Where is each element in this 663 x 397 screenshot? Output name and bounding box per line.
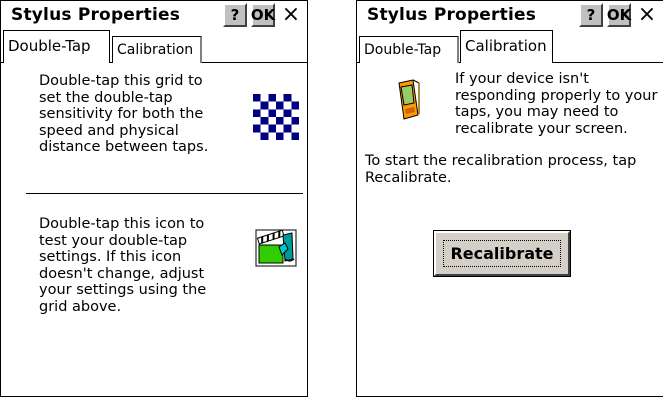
close-button[interactable]: × [279,3,303,27]
grid-instructions-text: Double-tap this grid to set the double-t… [39,73,209,155]
ok-button[interactable]: OK [607,3,631,27]
help-button[interactable]: ? [223,3,247,27]
section-divider [26,193,303,194]
tab-calibration[interactable]: Calibration [112,36,202,63]
tab-double-tap[interactable]: Double-Tap [359,36,459,63]
close-button[interactable]: × [635,3,659,27]
icon-test-instructions-text: Double-tap this icon to test your double… [39,216,207,315]
clapperboard-test-icon[interactable] [255,229,297,271]
stylus-properties-window-double-tap: Stylus Properties ? OK × Double-Tap Cali… [0,0,308,397]
handheld-device-icon [395,79,421,125]
window-title: Stylus Properties [11,5,181,25]
window-title: Stylus Properties [367,5,537,25]
tab-strip: Double-Tap Calibration [1,30,307,63]
help-button[interactable]: ? [579,3,603,27]
tab-calibration[interactable]: Calibration [460,30,553,63]
title-bar: Stylus Properties ? OK × [357,1,663,29]
recalibrate-instruction-text: To start the recalibration process, tap … [365,153,637,186]
calibration-info-text: If your device isn't responding properly… [455,71,658,137]
recalibrate-button-label: Recalibrate [443,240,561,267]
title-bar: Stylus Properties ? OK × [1,1,307,29]
stylus-properties-window-calibration: Stylus Properties ? OK × Double-Tap Cali… [356,0,663,397]
checkerboard-grid-icon[interactable] [253,94,299,144]
tab-strip: Double-Tap Calibration [357,30,663,63]
ok-button[interactable]: OK [251,3,275,27]
tab-double-tap[interactable]: Double-Tap [3,30,110,63]
recalibrate-button[interactable]: Recalibrate [433,230,571,277]
